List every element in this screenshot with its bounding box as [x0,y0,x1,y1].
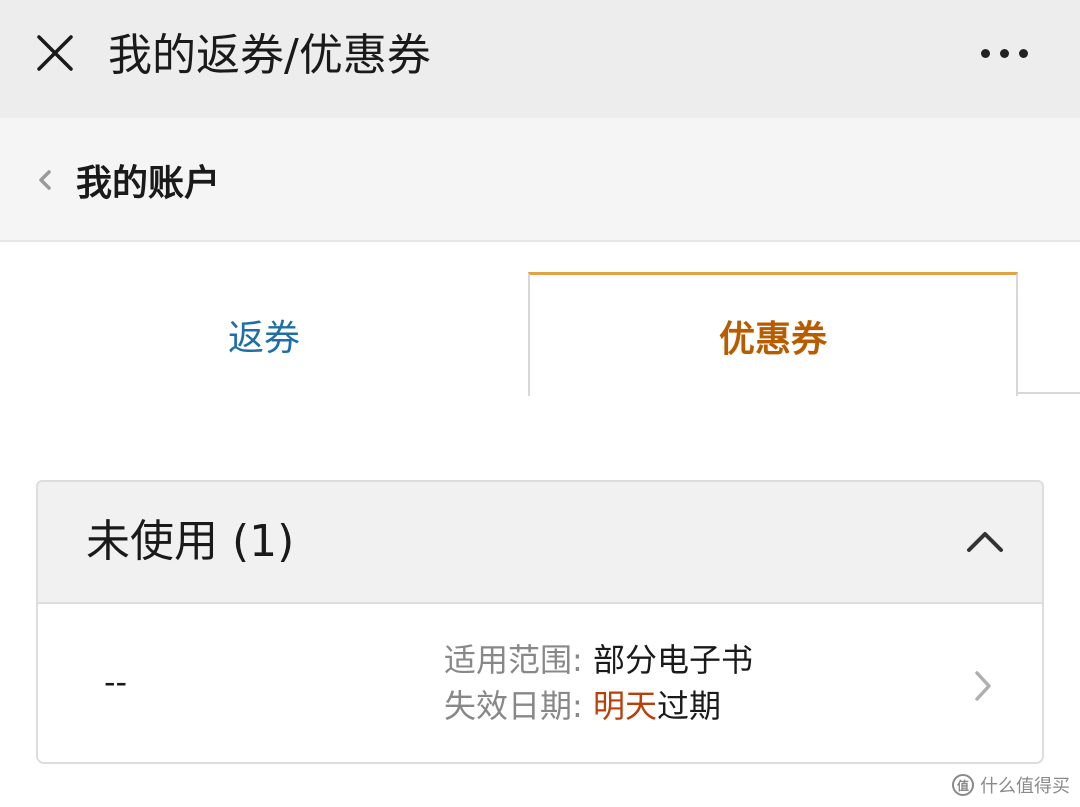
chevron-left-icon [34,164,56,196]
page-title: 我的返券/优惠券 [108,30,431,81]
watermark-text: 什么值得买 [980,776,1070,797]
top-bar: 我的返券/优惠券 [0,0,1080,118]
expiry-label: 失效日期: [444,687,593,725]
back-link-label: 我的账户 [76,163,221,204]
watermark-logo: 值 [952,774,974,796]
tab-return-coupons[interactable]: 返券 [0,276,528,394]
close-icon [37,35,73,71]
close-button[interactable] [30,26,80,80]
back-to-account-link[interactable]: 我的账户 [34,150,220,210]
expiry-highlight: 明天 [592,687,657,725]
coupon-expiry: 失效日期: 明天过期 [444,684,721,728]
scope-label: 适用范围: [444,641,593,679]
unused-section-header[interactable]: 未使用 (1) [36,480,1044,604]
coupon-amount: -- [104,663,128,701]
expiry-rest: 过期 [656,687,721,725]
scope-value: 部分电子书 [592,641,753,679]
coupon-item[interactable]: -- 适用范围: 部分电子书 失效日期: 明天过期 [36,604,1044,764]
watermark: 值 什么值得买 [952,770,1070,800]
chevron-right-icon [968,666,998,706]
tab-coupons[interactable]: 优惠券 [528,272,1018,396]
coupon-scope: 适用范围: 部分电子书 [444,638,753,682]
section-title: 未使用 (1) [86,516,295,567]
more-dots-icon [980,48,990,58]
more-options-button[interactable] [972,30,1036,76]
more-dots-icon [1018,48,1028,58]
more-dots-icon [999,48,1009,58]
chevron-up-icon [962,522,1008,562]
